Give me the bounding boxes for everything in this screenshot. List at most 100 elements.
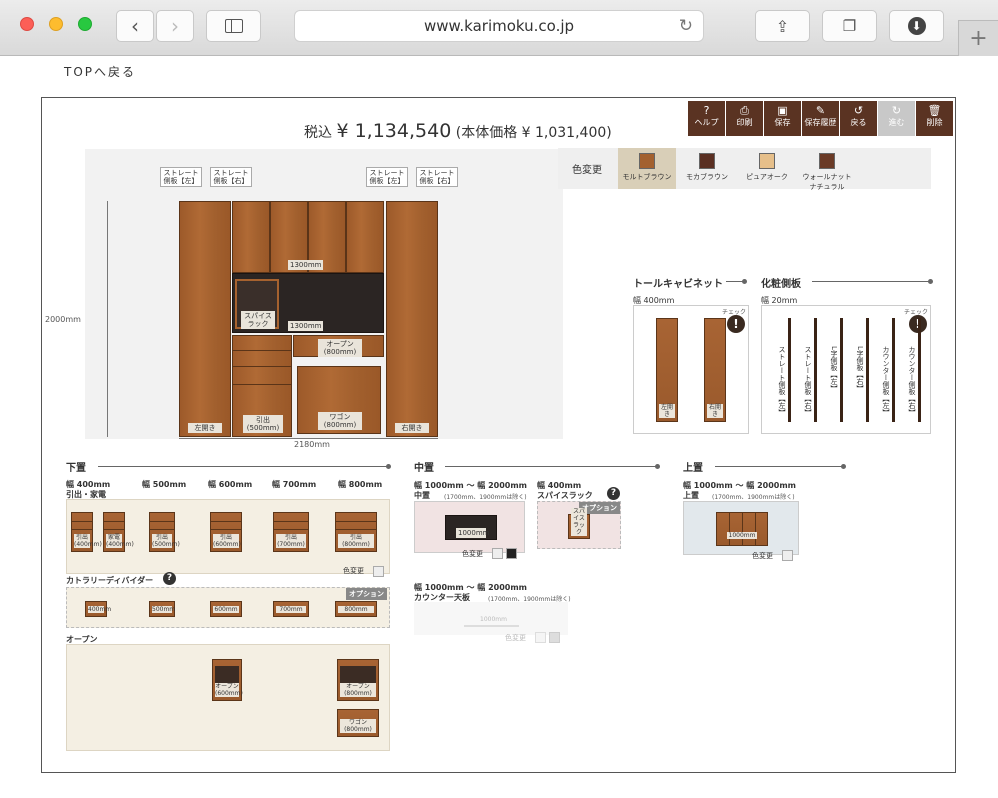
drawer-option[interactable]: 引出 (400mm) <box>71 512 102 552</box>
side-panel-option[interactable] <box>840 318 843 422</box>
plus-icon: + <box>969 26 988 51</box>
delete-button[interactable]: 🗑 削除 <box>916 101 953 136</box>
upper-color-change-label: 色変更 <box>752 552 773 560</box>
color-swatch[interactable]: モカブラウン <box>678 148 736 189</box>
cutlery-divider-option[interactable]: 700mm <box>273 601 309 617</box>
option-badge: オプション <box>346 588 387 600</box>
top-return-link[interactable]: TOPへ戻る <box>64 63 136 80</box>
cutlery-divider-option[interactable]: 500mm <box>149 601 175 617</box>
forward-button[interactable]: › <box>156 10 194 42</box>
upper-sub: 上置 <box>683 491 699 500</box>
middle-1000-option[interactable]: 1000mm <box>445 515 497 540</box>
middle-width-label: 1300mm <box>288 321 324 331</box>
toolbar-label: 保存 <box>774 118 791 127</box>
width-column-header: 幅 700mm <box>272 480 317 489</box>
divider <box>812 281 930 282</box>
color-swatch[interactable]: モルトブラウン <box>618 148 676 189</box>
side-panel-panel: チェック ! ストレート側板【左】ストレート側板【右】L字側板【左】L字側板【右… <box>761 305 931 434</box>
middle-1000-label: 1000mm <box>456 528 490 538</box>
side-panel-option[interactable] <box>866 318 869 422</box>
tall-cabinet-right[interactable]: 右開き <box>386 201 438 437</box>
side-panel-tag[interactable]: ストレート 側板【右】 <box>416 167 458 187</box>
color-chip[interactable] <box>535 632 546 643</box>
divider-dot <box>386 464 391 469</box>
color-swatch[interactable]: ピュアオーク <box>738 148 796 189</box>
history-icon: ✎ <box>815 104 826 117</box>
download-button[interactable]: ⬇ <box>889 10 944 42</box>
counter-option[interactable] <box>464 625 519 627</box>
new-tab-button[interactable]: + <box>958 20 998 56</box>
open-800-option[interactable]: オープン (800mm) <box>337 659 379 701</box>
open-600-option[interactable]: オープン (600mm) <box>212 659 243 701</box>
undo-button[interactable]: ↺ 戻る <box>840 101 877 136</box>
history-button[interactable]: ✎ 保存履歴 <box>802 101 839 136</box>
side-panel-option[interactable] <box>814 318 817 422</box>
tall-cabinet-left-option[interactable]: 左開き <box>656 318 678 422</box>
counter-panel: 1000mm <box>414 602 568 635</box>
swatch-name: モカブラウン <box>686 173 728 181</box>
upper-door[interactable] <box>232 201 270 273</box>
tall-cabinet-left[interactable]: 左開き <box>179 201 231 437</box>
reload-icon[interactable]: ↻ <box>679 16 693 36</box>
color-chip[interactable] <box>492 548 503 559</box>
check-icon[interactable]: ! <box>727 315 745 333</box>
side-panel-option-label: L字側板【左】 <box>826 346 838 392</box>
share-button[interactable]: ⇪ <box>755 10 810 42</box>
side-panel-option[interactable] <box>918 318 921 422</box>
sidebar-button[interactable] <box>206 10 261 42</box>
tall-cabinet-right-option[interactable]: 右開き <box>704 318 726 422</box>
color-change-label: 色変更 <box>572 165 602 176</box>
side-panel-tag[interactable]: ストレート 側板【左】 <box>160 167 202 187</box>
upper-door[interactable] <box>346 201 384 273</box>
drawer-option[interactable]: 家電 (400mm) <box>103 512 134 552</box>
redo-button[interactable]: ↻ 進む <box>878 101 915 136</box>
upper-1000-option[interactable]: 1000mm <box>716 512 768 546</box>
side-panel-option[interactable] <box>892 318 895 422</box>
drawer-option[interactable]: 引出 (500mm) <box>149 512 180 552</box>
color-chip[interactable] <box>506 548 517 559</box>
side-panel-heading: 化粧側板 <box>761 279 801 290</box>
help-icon[interactable]: ? <box>163 572 176 585</box>
tabs-button[interactable]: ❐ <box>822 10 877 42</box>
help-icon[interactable]: ? <box>607 487 620 500</box>
upper-heading: 上置 <box>683 463 703 474</box>
back-button[interactable]: ‹ <box>116 10 154 42</box>
right-open-label: 右開き <box>395 423 429 433</box>
close-window-button[interactable] <box>20 17 34 31</box>
cutlery-divider-option[interactable]: 400mm <box>85 601 111 617</box>
minimize-window-button[interactable] <box>49 17 63 31</box>
height-dimension: 2000mm <box>45 315 81 324</box>
cutlery-divider-option[interactable]: 600mm <box>210 601 242 617</box>
print-button[interactable]: ⎙ 印刷 <box>726 101 763 136</box>
drawer-unit[interactable]: 引出 (500mm) <box>232 335 292 437</box>
cutlery-divider-option[interactable]: 800mm <box>335 601 377 617</box>
browser-toolbar: ‹ › www.karimoku.co.jp ↻ ⇪ ❐ ⬇ + <box>0 0 998 56</box>
right-open-option-label: 右開き <box>707 404 723 418</box>
color-swatch[interactable]: ウォールナット ナチュラル <box>798 148 856 191</box>
spice-rack-option[interactable]: スパイス ラック <box>568 508 590 539</box>
wagon-unit[interactable]: ワゴン (800mm) <box>297 366 381 434</box>
swatch-color <box>699 153 715 169</box>
drawer-option[interactable]: 引出 (700mm) <box>273 512 309 552</box>
redo-icon: ↻ <box>891 104 902 117</box>
wagon-800-option[interactable]: ワゴン (800mm) <box>337 709 379 737</box>
drawer-option-label: 引出 (700mm) <box>276 534 306 548</box>
price-base: (本体価格 ¥ 1,031,400) <box>455 125 612 141</box>
color-chip[interactable] <box>549 632 560 643</box>
save-button[interactable]: ▣ 保存 <box>764 101 801 136</box>
divider-dot <box>928 279 933 284</box>
drawer-option[interactable]: 引出 (800mm) <box>335 512 377 552</box>
help-button[interactable]: ? ヘルプ <box>688 101 725 136</box>
side-panel-tag[interactable]: ストレート 側板【左】 <box>366 167 408 187</box>
color-chip[interactable] <box>782 550 793 561</box>
drawer-option[interactable]: 引出 (600mm) <box>210 512 242 552</box>
spice-rack[interactable]: スパイス ラック <box>235 279 279 329</box>
open-unit[interactable]: オープン (800mm) <box>293 335 384 357</box>
side-panel-option[interactable] <box>788 318 791 422</box>
zoom-window-button[interactable] <box>78 17 92 31</box>
divider-dot <box>655 464 660 469</box>
color-chip[interactable] <box>373 566 384 577</box>
side-panel-tag[interactable]: ストレート 側板【右】 <box>210 167 252 187</box>
address-bar[interactable]: www.karimoku.co.jp ↻ <box>294 10 704 42</box>
divider-dot <box>742 279 747 284</box>
